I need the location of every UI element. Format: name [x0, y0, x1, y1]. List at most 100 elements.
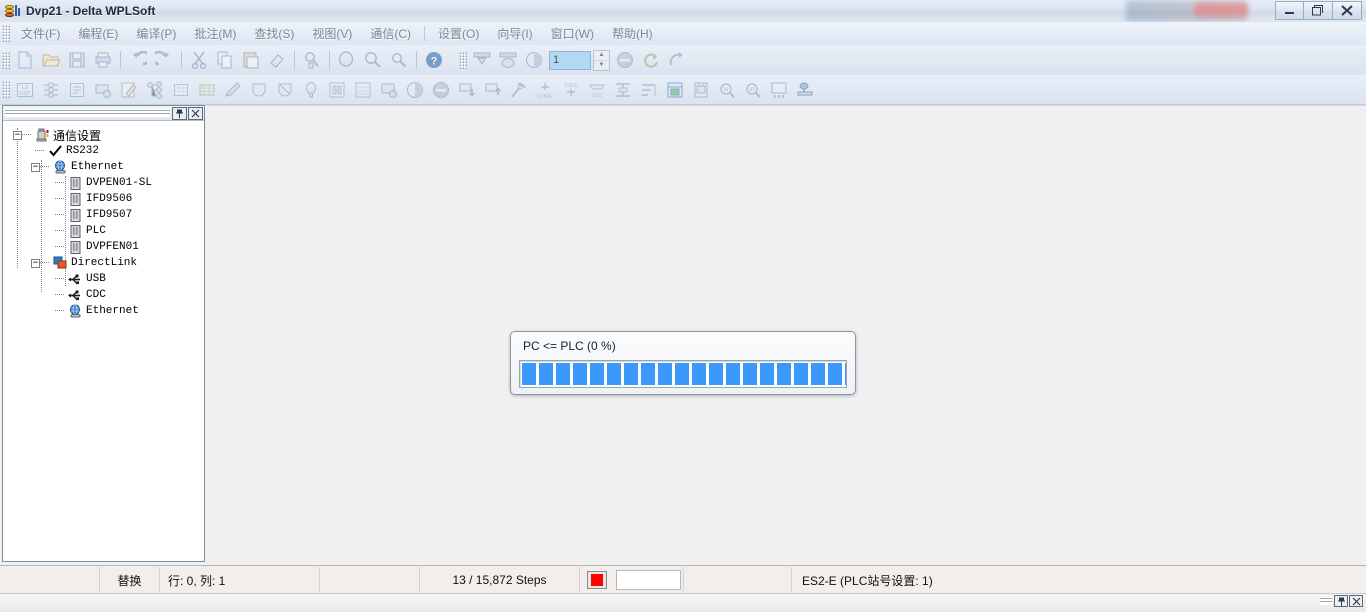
program-compare-icon[interactable] [507, 78, 531, 102]
open-folder-icon[interactable] [39, 48, 63, 72]
menu-wizard[interactable]: 向导(I) [488, 23, 541, 44]
status-monitor-icon[interactable] [793, 78, 817, 102]
tree-node-ethernet[interactable]: − Ethernet [9, 159, 204, 175]
paste-icon[interactable] [239, 48, 263, 72]
find-replace-icon[interactable] [300, 48, 324, 72]
communication-tree: − 通信设置 RS232 − Ethernet DVPEN01-SL IFD95… [3, 121, 204, 319]
redo-icon[interactable] [152, 48, 176, 72]
refresh-icon[interactable] [639, 48, 663, 72]
menu-search[interactable]: 查找(S) [245, 23, 303, 44]
close-button[interactable] [1333, 1, 1362, 20]
menu-view[interactable]: 视图(V) [303, 23, 361, 44]
zoom-out-icon[interactable] [387, 48, 411, 72]
tree-node-ifd9507[interactable]: IFD9507 [9, 207, 204, 223]
block-icon[interactable] [325, 78, 349, 102]
align-icon[interactable] [611, 78, 635, 102]
device-table-icon[interactable] [169, 78, 193, 102]
zoom-icon[interactable] [335, 48, 359, 72]
pin-icon[interactable] [172, 106, 187, 120]
undo-icon[interactable] [126, 48, 150, 72]
menu-file[interactable]: 文件(F) [12, 23, 69, 44]
expander-icon[interactable]: − [31, 162, 40, 172]
menu-comment[interactable]: 批注(M) [185, 23, 245, 44]
sort-icon[interactable] [637, 78, 661, 102]
station-number-stepper[interactable]: ▲ ▼ [593, 49, 610, 71]
tree-node-dvpen01-sl[interactable]: DVPEN01-SL [9, 175, 204, 191]
find-ip-icon[interactable]: IP [741, 78, 765, 102]
tree-node-usb[interactable]: USB [9, 271, 204, 287]
write-to-plc-icon[interactable] [455, 78, 479, 102]
coil-icon[interactable] [299, 78, 323, 102]
panel-drag-handle[interactable] [5, 109, 170, 117]
block-table-icon[interactable] [351, 78, 375, 102]
progress-bar [519, 360, 847, 388]
new-file-icon[interactable] [13, 48, 37, 72]
help-icon[interactable]: ? [422, 48, 446, 72]
ld-out-icon[interactable]: LD OUT [13, 78, 37, 102]
read-from-plc-icon[interactable] [481, 78, 505, 102]
find-device-icon[interactable]: M [715, 78, 739, 102]
restore-button[interactable] [1304, 1, 1333, 20]
save-icon[interactable] [65, 48, 89, 72]
menu-bar-gripper[interactable] [2, 25, 10, 42]
contact-b-icon[interactable] [273, 78, 297, 102]
edit-comment-icon[interactable] [117, 78, 141, 102]
close-icon[interactable] [188, 106, 203, 120]
pin-icon[interactable] [1334, 595, 1348, 607]
menu-compile[interactable]: 编译(P) [127, 23, 185, 44]
tree-node-dvpfen01[interactable]: DVPFEN01 [9, 239, 204, 255]
ladder-toolbar-gripper[interactable] [2, 81, 10, 98]
instruction-list-icon[interactable] [65, 78, 89, 102]
station-number-input[interactable]: 1 [549, 50, 591, 70]
minimize-button[interactable] [1275, 1, 1304, 20]
copy-icon[interactable] [213, 48, 237, 72]
stop-icon[interactable] [613, 48, 637, 72]
tree-line [35, 150, 44, 152]
plc-comm-icon[interactable] [91, 78, 115, 102]
monitor-table-icon[interactable] [767, 78, 791, 102]
menu-communication[interactable]: 通信(C) [361, 23, 420, 44]
bottom-bar-drag-handle[interactable] [1320, 597, 1332, 605]
code-up-icon[interactable]: CODE [533, 78, 557, 102]
tree-line [55, 214, 64, 216]
device-tree-icon[interactable] [143, 78, 167, 102]
main-toolbar-gripper[interactable] [2, 51, 10, 69]
run-icon[interactable] [403, 78, 427, 102]
close-icon[interactable] [1349, 595, 1363, 607]
comm-toolbar-gripper[interactable] [459, 51, 467, 69]
bin-code-icon[interactable]: 0101 [585, 78, 609, 102]
monitor-icon[interactable] [665, 48, 689, 72]
code-insert-icon[interactable]: CODE [559, 78, 583, 102]
upload-from-plc-icon[interactable] [496, 48, 520, 72]
ladder-grid-icon[interactable] [663, 78, 687, 102]
contact-a-icon[interactable] [247, 78, 271, 102]
expander-icon[interactable]: − [13, 130, 22, 140]
menu-window[interactable]: 窗口(W) [542, 23, 603, 44]
tree-node-directlink[interactable]: − DirectLink [9, 255, 204, 271]
expander-icon[interactable]: − [31, 258, 40, 268]
tree-node-comm-settings[interactable]: − 通信设置 [9, 127, 204, 143]
pen-icon[interactable] [221, 78, 245, 102]
simulator-icon[interactable] [689, 78, 713, 102]
monitor-plc-icon[interactable] [377, 78, 401, 102]
tree-node-directlink-ethernet[interactable]: Ethernet [9, 303, 204, 319]
application-window: Dvp21 - Delta WPLSoft 文件(F) 编程(E) 编译(P) … [0, 0, 1366, 612]
ladder-view-icon[interactable] [39, 78, 63, 102]
tree-node-rs232[interactable]: RS232 [9, 143, 204, 159]
print-icon[interactable] [91, 48, 115, 72]
run-stop-icon[interactable] [522, 48, 546, 72]
stop-icon[interactable] [429, 78, 453, 102]
stepper-down[interactable]: ▼ [594, 61, 609, 70]
eraser-icon[interactable] [265, 48, 289, 72]
tree-node-cdc[interactable]: CDC [9, 287, 204, 303]
stepper-up[interactable]: ▲ [594, 51, 609, 61]
tree-node-plc[interactable]: PLC [9, 223, 204, 239]
zoom-in-icon[interactable] [361, 48, 385, 72]
cut-icon[interactable] [187, 48, 211, 72]
menu-help[interactable]: 帮助(H) [603, 23, 662, 44]
menu-program[interactable]: 编程(E) [69, 23, 127, 44]
tree-node-ifd9506[interactable]: IFD9506 [9, 191, 204, 207]
register-table-icon[interactable] [195, 78, 219, 102]
download-to-plc-icon[interactable] [470, 48, 494, 72]
menu-options[interactable]: 设置(O) [429, 23, 488, 44]
